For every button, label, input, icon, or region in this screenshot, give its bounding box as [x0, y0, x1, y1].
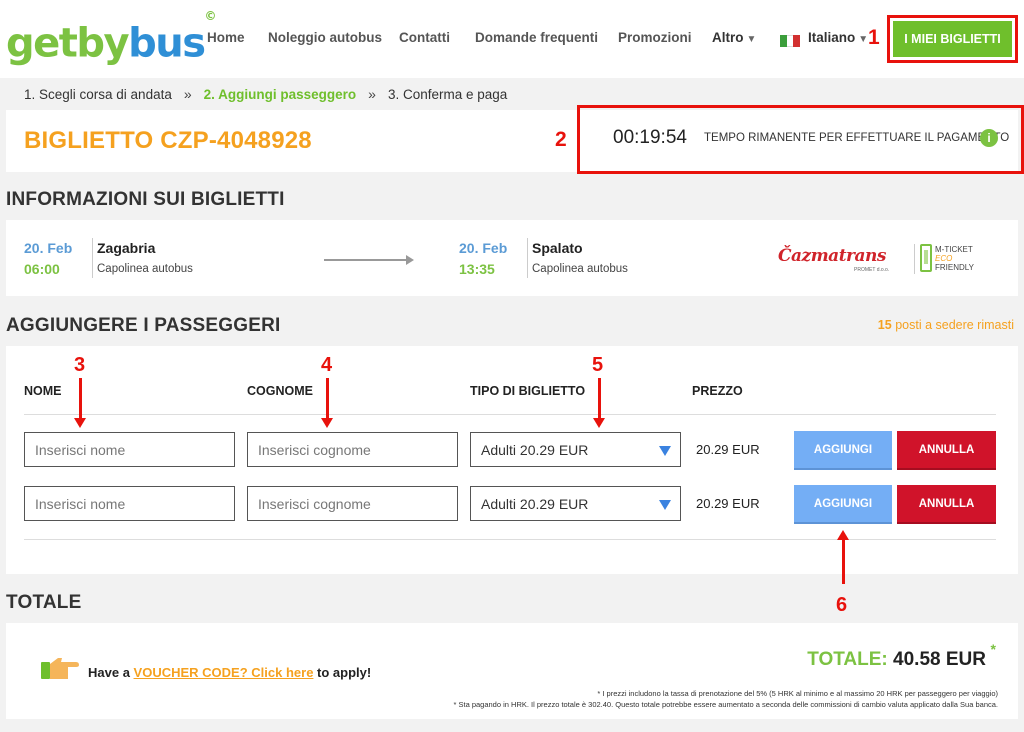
row-price: 20.29 EUR — [696, 442, 760, 457]
cancel-passenger-button[interactable]: ANNULLA — [897, 431, 996, 468]
ticket-type-select[interactable]: Adulti 20.29 EUR — [470, 486, 681, 521]
ticket-type-select[interactable]: Adulti 20.29 EUR — [470, 432, 681, 467]
arrival-city: Spalato — [532, 240, 583, 256]
column-header-surname: COGNOME — [247, 384, 313, 398]
chevron-down-icon: ▼ — [746, 34, 757, 45]
column-header-price: PREZZO — [692, 384, 743, 398]
nav-domande-frequenti[interactable]: Domande frequenti — [475, 30, 598, 45]
last-name-input[interactable]: Inserisci cognome — [247, 432, 458, 467]
voucher-link[interactable]: VOUCHER CODE? Click here — [134, 665, 314, 680]
pointing-hand-icon — [41, 658, 79, 679]
arrow-right-icon — [324, 255, 414, 265]
nav-contatti[interactable]: Contatti — [399, 30, 450, 45]
row-price: 20.29 EUR — [696, 496, 760, 511]
mobile-phone-icon — [920, 244, 932, 272]
italy-flag-icon — [780, 35, 801, 47]
first-name-input[interactable]: Inserisci nome — [24, 486, 235, 521]
mticket-label: M-TICKET — [935, 245, 973, 254]
ticket-header: BIGLIETTO CZP-4048928 2 00:19:54 TEMPO R… — [6, 105, 1024, 174]
nav-noleggio-autobus[interactable]: Noleggio autobus — [268, 30, 382, 45]
eco-label: ECO — [935, 254, 953, 263]
info-icon[interactable]: i — [980, 129, 998, 147]
ticket-title: BIGLIETTO CZP-4048928 — [24, 127, 312, 154]
divider — [914, 244, 915, 274]
nav-home[interactable]: Home — [207, 30, 245, 45]
breadcrumb: 1. Scegli corsa di andata » 2. Aggiungi … — [24, 86, 507, 102]
annotation-1: 1 — [868, 26, 880, 49]
departure-station: Capolinea autobus — [97, 263, 193, 275]
carrier-subtitle: PROMET d.o.o. — [854, 267, 890, 273]
annotation-arrow-icon — [593, 378, 605, 428]
annotation-box-2: 00:19:54 TEMPO RIMANENTE PER EFFETTUARE … — [577, 105, 1024, 174]
annotation-arrow-icon — [74, 378, 86, 428]
total-amount: TOTALE: 40.58 EUR — [807, 649, 986, 670]
chevron-down-icon: ▼ — [858, 34, 869, 45]
cancel-passenger-button[interactable]: ANNULLA — [897, 485, 996, 522]
breadcrumb-step-1[interactable]: 1. Scegli corsa di andata — [24, 87, 172, 102]
divider — [24, 539, 996, 540]
ticket-info-heading: INFORMAZIONI SUI BIGLIETTI — [6, 189, 285, 210]
arrival-station: Capolinea autobus — [532, 263, 628, 275]
dropdown-arrow-icon — [659, 500, 671, 510]
last-name-input[interactable]: Inserisci cognome — [247, 486, 458, 521]
departure-city: Zagabria — [97, 240, 156, 256]
annotation-5: 5 — [592, 354, 604, 376]
friendly-label: FRIENDLY — [935, 263, 974, 272]
annotation-2: 2 — [555, 128, 567, 151]
annotation-arrow-icon — [321, 378, 333, 428]
passengers-panel: NOME COGNOME TIPO DI BIGLIETTO PREZZO 3 … — [6, 346, 1018, 584]
breadcrumb-step-3: 3. Conferma e paga — [387, 86, 508, 102]
getbybus-logo[interactable]: getbybus© — [6, 9, 217, 67]
annotation-box-1: I MIEI BIGLIETTI — [887, 15, 1018, 63]
annotation-6: 6 — [836, 594, 848, 616]
departure-time: 06:00 — [24, 261, 60, 277]
passengers-heading: AGGIUNGERE I PASSEGGERI — [6, 315, 281, 336]
dropdown-arrow-icon — [659, 446, 671, 456]
add-passenger-button[interactable]: AGGIUNGI — [794, 431, 892, 468]
annotation-3: 3 — [74, 354, 86, 376]
departure-date: 20. Feb — [24, 240, 73, 256]
nav-promozioni[interactable]: Promozioni — [618, 30, 692, 45]
nav-altro-dropdown[interactable]: Altro ▼ — [712, 30, 756, 45]
column-header-ticket-type: TIPO DI BIGLIETTO — [470, 384, 586, 398]
annotation-arrow-icon — [837, 530, 849, 584]
divider — [24, 414, 996, 415]
divider — [527, 238, 528, 278]
breadcrumb-separator-icon: » — [183, 86, 192, 102]
breadcrumb-step-2: 2. Aggiungi passeggero — [203, 86, 357, 102]
countdown-label: TEMPO RIMANENTE PER EFFETTUARE IL PAGAME… — [704, 132, 1010, 144]
currency-note: * Sta pagando in HRK. Il prezzo totale è… — [453, 700, 998, 709]
payment-countdown: 00:19:54 — [613, 127, 687, 148]
arrival-time: 13:35 — [459, 261, 495, 277]
carrier-logo: Čazmatrans — [778, 246, 886, 266]
divider — [92, 238, 93, 278]
total-panel: Have a VOUCHER CODE? Click here to apply… — [6, 623, 1018, 719]
top-header: getbybus© Home Noleggio autobus Contatti… — [0, 0, 1024, 78]
annotation-4: 4 — [321, 354, 333, 376]
add-passenger-button[interactable]: AGGIUNGI — [794, 485, 892, 522]
total-footnote-marker: * — [990, 641, 996, 657]
my-tickets-button[interactable]: I MIEI BIGLIETTI — [893, 21, 1012, 57]
first-name-input[interactable]: Inserisci nome — [24, 432, 235, 467]
seats-remaining: 15 posti a sedere rimasti — [877, 318, 1014, 332]
arrival-date: 20. Feb — [459, 240, 508, 256]
fee-note: * I prezzi includono la tassa di prenota… — [597, 689, 998, 698]
column-header-name: NOME — [24, 384, 62, 398]
ticket-info-panel: 20. Feb 06:00 Zagabria Capolinea autobus… — [6, 220, 1018, 296]
breadcrumb-separator-icon: » — [368, 86, 376, 102]
language-selector[interactable]: Italiano ▼ — [808, 30, 868, 45]
voucher-prompt: Have a VOUCHER CODE? Click here to apply… — [88, 665, 372, 680]
total-heading: TOTALE — [6, 592, 82, 613]
